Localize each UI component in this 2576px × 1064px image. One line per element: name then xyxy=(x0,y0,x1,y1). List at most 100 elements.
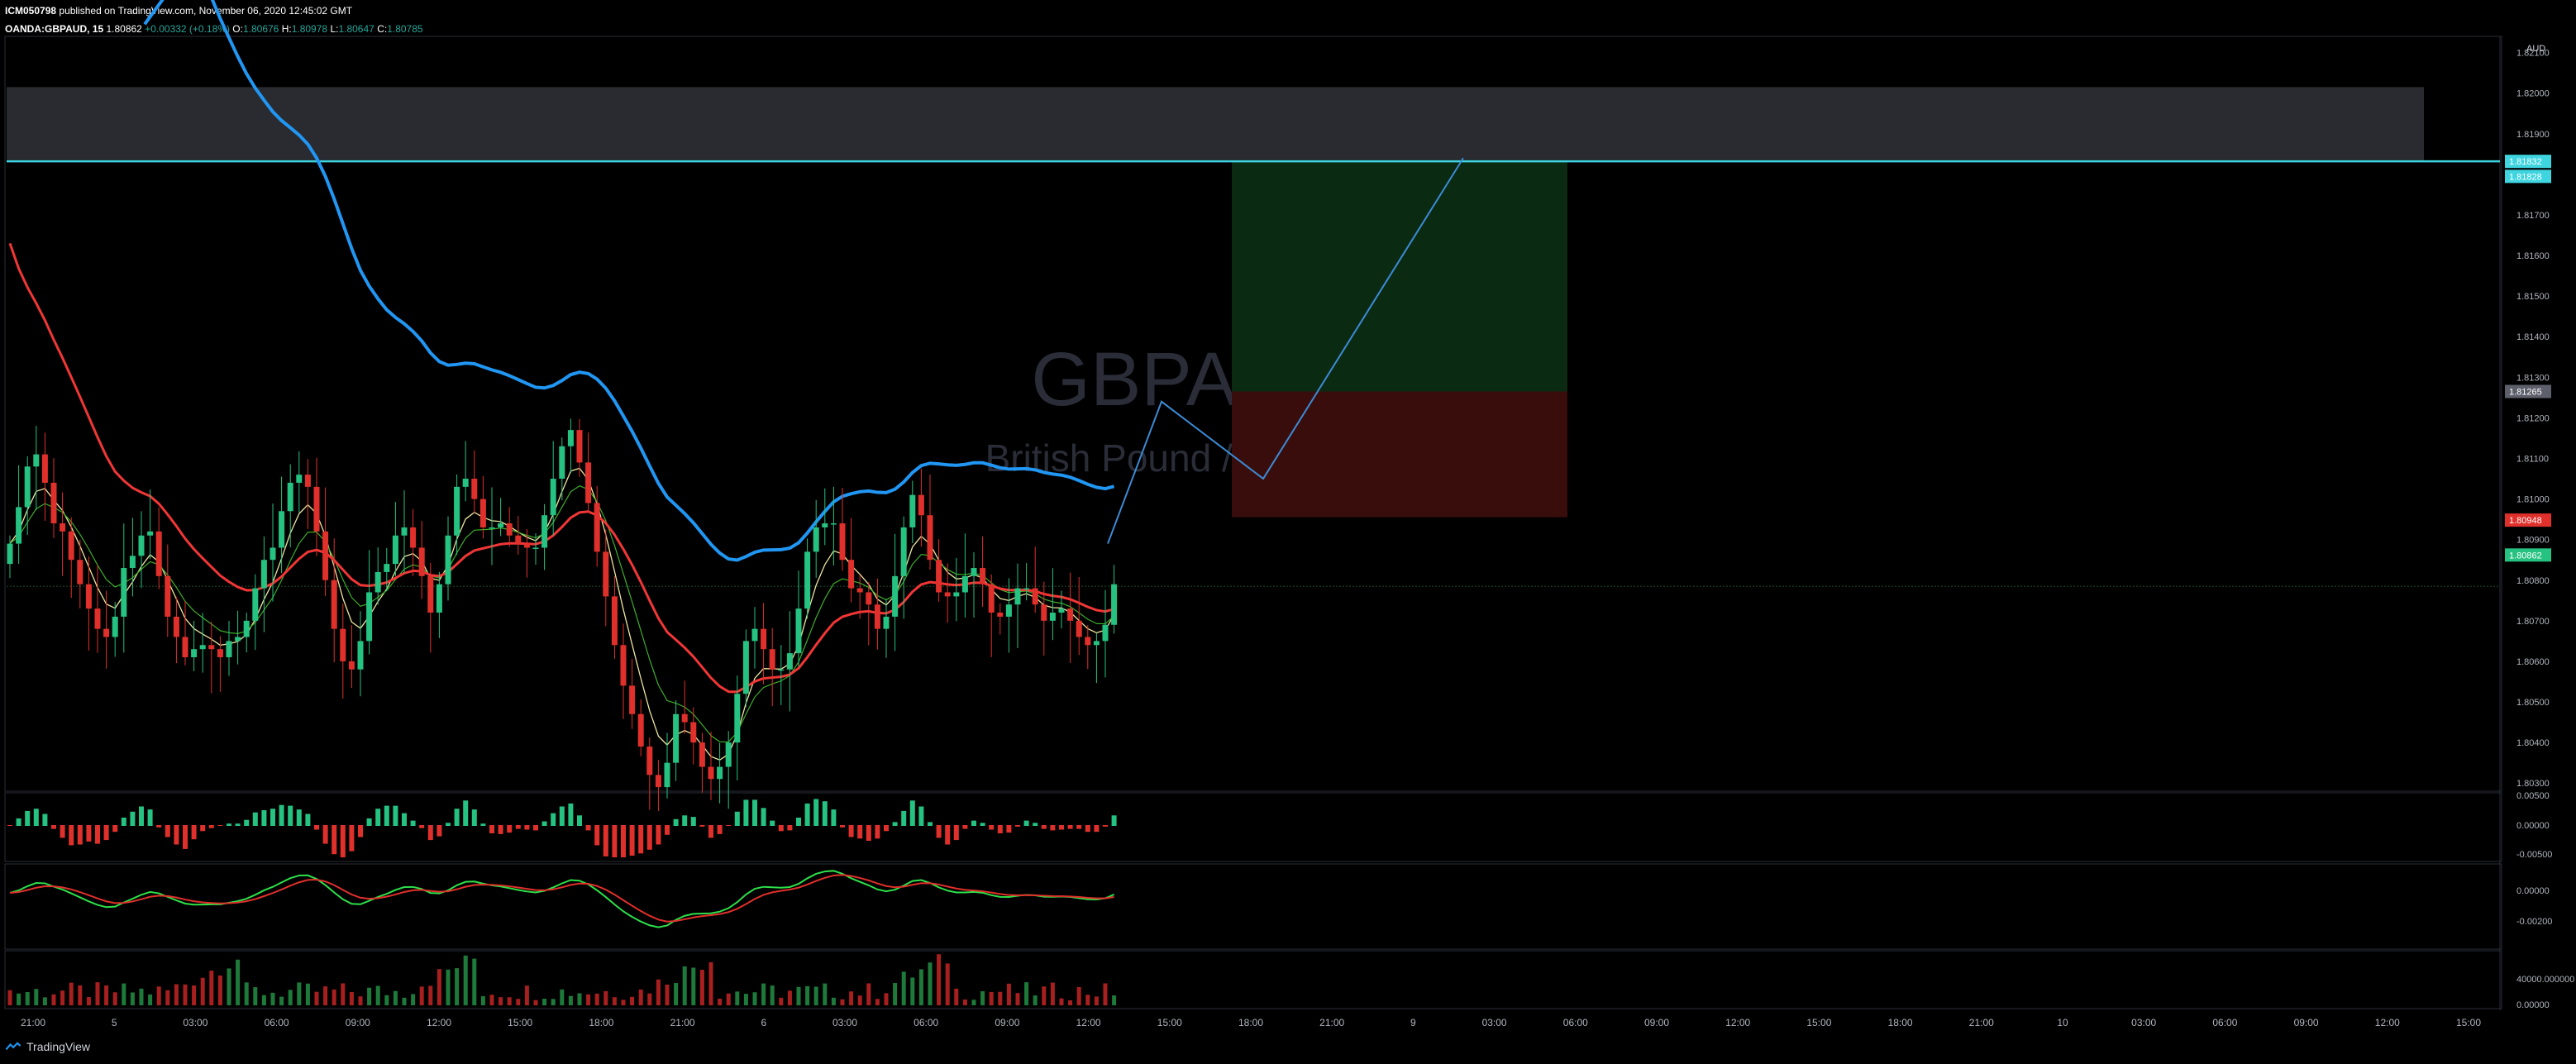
momentum-bar xyxy=(770,820,775,826)
candle-body xyxy=(603,551,609,597)
candle-body xyxy=(304,475,311,487)
candle-body xyxy=(41,454,48,483)
time-tick: 18:00 xyxy=(589,1017,613,1028)
momentum-bar xyxy=(402,813,407,826)
volume-bar xyxy=(726,993,731,1005)
volume-bar xyxy=(875,999,880,1005)
candle-body xyxy=(655,775,661,788)
volume-bar xyxy=(314,991,319,1005)
momentum-bar xyxy=(629,825,635,856)
momentum-bar xyxy=(577,815,582,826)
momentum-bar xyxy=(235,823,241,826)
volume-bar xyxy=(551,999,556,1005)
momentum-bar xyxy=(322,825,328,844)
candle-body xyxy=(340,628,346,661)
momentum-bar xyxy=(892,822,898,826)
price-tick: 1.81100 xyxy=(2516,454,2549,464)
momentum-bar xyxy=(1094,825,1100,833)
candle-body xyxy=(24,466,31,508)
momentum-bar xyxy=(436,825,442,837)
momentum-bar xyxy=(524,825,530,830)
momentum-bar xyxy=(1076,825,1082,829)
time-tick: 21:00 xyxy=(1969,1017,1994,1028)
price-tick: 1.81400 xyxy=(2516,332,2550,342)
volume-bar xyxy=(1015,993,1020,1005)
candle-body xyxy=(182,637,188,658)
candle-body xyxy=(436,584,442,613)
momentum-bar xyxy=(427,825,433,841)
volume-bar xyxy=(674,983,679,1005)
time-tick: 06:00 xyxy=(914,1017,938,1028)
time-tick: 06:00 xyxy=(1563,1017,1588,1028)
momentum-bar xyxy=(989,825,995,830)
momentum-bar xyxy=(708,825,713,838)
volume-bar xyxy=(699,970,704,1005)
drawing-zones[interactable] xyxy=(7,87,2500,587)
candle-body xyxy=(778,669,785,671)
volume-bar xyxy=(621,1000,626,1005)
volume-bar xyxy=(472,958,477,1005)
candle-body xyxy=(498,523,504,527)
volume-bar xyxy=(586,994,591,1005)
momentum-bar xyxy=(498,825,503,834)
volume-bar xyxy=(962,999,967,1005)
candle-body xyxy=(1041,604,1047,621)
price-tick: 1.80900 xyxy=(2516,536,2550,546)
candle-body xyxy=(681,713,688,723)
candle-body xyxy=(418,547,425,576)
momentum-bar xyxy=(918,806,924,826)
price-chart[interactable]: GBPAUD, 15 British Pound / Australian Do… xyxy=(0,0,2576,1064)
volume-bar xyxy=(130,992,135,1005)
candle-body xyxy=(155,531,162,576)
candle-body xyxy=(761,628,767,650)
volume-bar xyxy=(455,968,460,1005)
volume-bar xyxy=(954,988,959,1005)
momentum-bar xyxy=(410,820,416,826)
candle-body xyxy=(690,722,697,743)
momentum-bar xyxy=(857,825,863,839)
momentum-bar xyxy=(174,825,179,845)
price-axis[interactable]: AUD1.821001.820001.819001.818001.817001.… xyxy=(2505,44,2574,1010)
volume-bar xyxy=(95,982,100,1005)
momentum-bar xyxy=(60,825,65,838)
volume-bar xyxy=(928,962,933,1005)
volume-bar xyxy=(656,979,661,1005)
volume-bar xyxy=(51,994,56,1005)
volume-bar xyxy=(770,985,775,1005)
candle-body xyxy=(839,523,846,561)
volume-bar xyxy=(998,991,1003,1005)
candle-body xyxy=(348,661,355,670)
momentum-bar xyxy=(69,825,74,846)
price-tick: 1.80800 xyxy=(2516,576,2550,586)
momentum-bar xyxy=(121,818,126,826)
volume-bar xyxy=(122,983,126,1005)
price-tick: 1.81500 xyxy=(2516,292,2550,302)
volume-bar xyxy=(971,1000,976,1005)
time-axis[interactable]: 21:00 5 03:00 06:00 09:00 12:00 15:00 18:00 21:0… xyxy=(21,1017,2481,1028)
candle-body xyxy=(751,628,758,642)
momentum-bar xyxy=(16,818,21,826)
candle-body xyxy=(988,584,995,613)
volume-bar xyxy=(1050,982,1055,1005)
candle-body xyxy=(523,543,530,548)
volume-bar xyxy=(112,992,117,1005)
volume-bar xyxy=(375,985,380,1005)
volume-bar xyxy=(1033,995,1038,1005)
momentum-bar xyxy=(183,825,188,849)
price-tick: 1.81200 xyxy=(2516,413,2550,423)
volume-bar xyxy=(1094,996,1099,1005)
tradingview-logo-icon[interactable] xyxy=(5,1042,21,1052)
momentum-bar xyxy=(1023,820,1029,826)
volume-bar xyxy=(594,993,599,1005)
indicator-tick: -0.00200 xyxy=(2516,917,2552,927)
volume-bar xyxy=(910,977,915,1005)
volume-bar xyxy=(69,982,74,1005)
momentum-bar xyxy=(1006,825,1012,833)
candle-body xyxy=(94,608,101,629)
momentum-bar xyxy=(699,825,705,827)
volume-bar xyxy=(305,983,310,1005)
price-tick: 1.80300 xyxy=(2516,779,2550,789)
candle-body xyxy=(953,592,960,597)
candle-body xyxy=(866,592,872,605)
volume-bar xyxy=(840,999,845,1005)
